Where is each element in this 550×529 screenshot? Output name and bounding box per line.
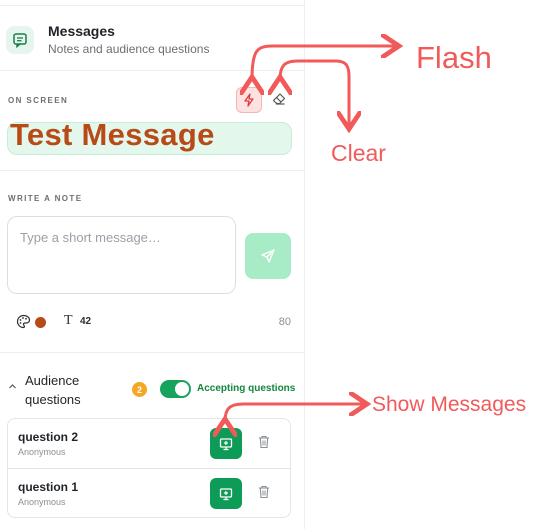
message-icon <box>6 26 34 54</box>
note-tools: T 42 80 <box>16 313 291 331</box>
chevron-up-icon[interactable] <box>8 382 17 391</box>
on-screen-label: ON SCREEN <box>8 96 69 105</box>
question-row: question 2 Anonymous <box>8 419 290 468</box>
present-icon <box>219 487 233 500</box>
flash-annotation: Flash <box>416 40 492 75</box>
question-list: question 2 Anonymous question 1 Anonymou… <box>7 418 291 518</box>
char-count: 80 <box>278 316 291 328</box>
font-size-value: 42 <box>80 316 92 327</box>
show-on-screen-button[interactable] <box>210 428 242 459</box>
color-swatch[interactable] <box>35 317 46 328</box>
accepting-questions-toggle[interactable] <box>160 380 191 398</box>
note-input[interactable]: Type a short message… <box>7 216 236 294</box>
panel-title: Messages <box>48 23 115 39</box>
question-author: Anonymous <box>18 497 66 507</box>
panel-header: Messages Notes and audience questions <box>6 20 296 60</box>
question-author: Anonymous <box>18 447 66 457</box>
question-title: question 2 <box>18 430 79 444</box>
clear-button[interactable] <box>270 90 288 108</box>
question-title: question 1 <box>18 480 79 494</box>
divider <box>0 170 305 171</box>
send-button[interactable] <box>245 233 291 279</box>
palette-icon[interactable] <box>16 314 31 329</box>
text-size-icon[interactable]: T <box>64 313 73 329</box>
divider <box>0 70 305 71</box>
trash-icon[interactable] <box>258 485 270 499</box>
question-row: question 1 Anonymous <box>8 468 290 517</box>
clear-annotation: Clear <box>331 140 386 166</box>
lightning-icon <box>244 93 254 107</box>
send-icon <box>261 249 275 263</box>
note-placeholder: Type a short message… <box>20 230 161 245</box>
panel-top-border <box>0 0 305 6</box>
question-count-badge: 2 <box>132 382 147 397</box>
write-note-label: WRITE A NOTE <box>8 194 83 203</box>
trash-icon[interactable] <box>258 435 270 449</box>
show-messages-annotation: Show Messages <box>372 393 527 416</box>
flash-button[interactable] <box>236 87 262 113</box>
divider <box>0 352 305 353</box>
accepting-questions-label: Accepting questions <box>197 383 296 394</box>
messages-panel: Messages Notes and audience questions ON… <box>0 0 305 529</box>
eraser-icon <box>272 93 286 105</box>
on-screen-message: Test Message <box>10 117 215 152</box>
toggle-knob <box>175 382 189 396</box>
panel-subtitle: Notes and audience questions <box>48 42 210 56</box>
present-icon <box>219 437 233 450</box>
audience-questions-title[interactable]: Audience questions <box>25 371 115 409</box>
show-on-screen-button[interactable] <box>210 478 242 509</box>
